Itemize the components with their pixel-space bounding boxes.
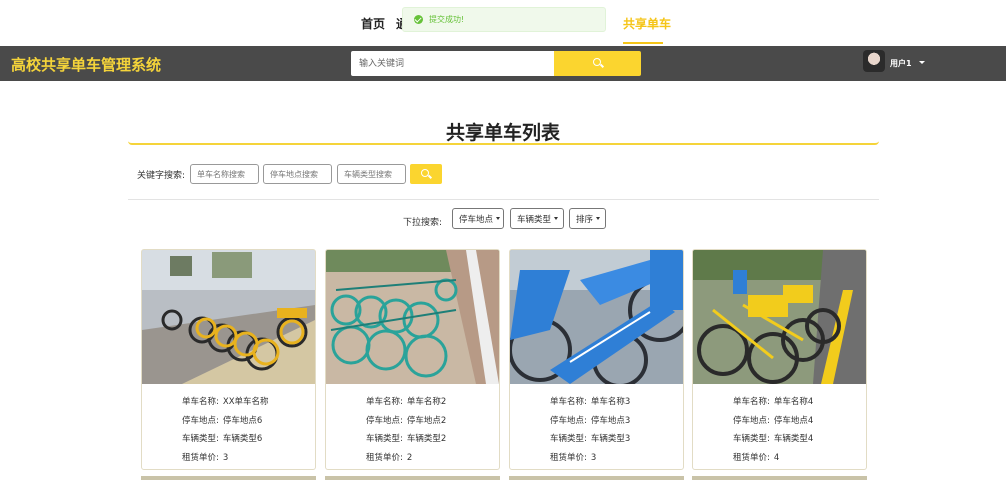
keyword-search-button[interactable]	[410, 164, 442, 184]
next-row-card-edge	[141, 476, 316, 480]
bike-name-label: 单车名称:	[366, 397, 403, 407]
bike-location: 停车地点: 停车地点6	[182, 414, 262, 426]
bike-image	[142, 250, 315, 384]
bike-location-value: 停车地点4	[773, 416, 814, 426]
success-toast: 提交成功!	[402, 7, 606, 32]
bike-image	[510, 250, 683, 384]
bike-location: 停车地点: 停车地点2	[366, 414, 446, 426]
chevron-down-icon[interactable]	[919, 61, 925, 64]
bike-name: 单车名称: 单车名称2	[366, 395, 446, 407]
nav-active-underline	[623, 42, 663, 44]
bike-price-label: 租赁单价:	[733, 453, 770, 463]
chevron-down-icon	[496, 217, 501, 220]
bike-type-label: 车辆类型:	[182, 434, 219, 444]
bike-price-value: 3	[590, 453, 597, 463]
bike-card[interactable]: 单车名称: 单车名称3 停车地点: 停车地点3 车辆类型: 车辆类型3 租赁单价: 3	[509, 249, 684, 470]
bike-location-label: 停车地点:	[182, 416, 219, 426]
bike-price: 租赁单价: 2	[366, 451, 412, 463]
bike-location: 停车地点: 停车地点4	[733, 414, 813, 426]
search-input[interactable]	[351, 51, 554, 76]
bike-location-label: 停车地点:	[550, 416, 587, 426]
bike-name-label: 单车名称:	[733, 397, 770, 407]
type-dropdown[interactable]: 车辆类型	[510, 208, 564, 229]
bike-card[interactable]: 单车名称: 单车名称4 停车地点: 停车地点4 车辆类型: 车辆类型4 租赁单价: 4	[692, 249, 867, 470]
bike-location-label: 停车地点:	[733, 416, 770, 426]
bike-type-value: 车辆类型2	[406, 434, 447, 444]
site-brand: 高校共享单车管理系统	[11, 56, 162, 74]
next-row-card-edge	[509, 476, 684, 480]
dropdown-search-label: 下拉搜索:	[403, 218, 443, 228]
bike-type-label: 车辆类型:	[550, 434, 587, 444]
bike-type-label: 车辆类型:	[366, 434, 403, 444]
bike-location: 停车地点: 停车地点3	[550, 414, 630, 426]
bike-price-value: 2	[406, 453, 413, 463]
bike-name-value: 单车名称2	[406, 397, 447, 407]
bike-type: 车辆类型: 车辆类型4	[733, 432, 813, 444]
bike-name-value: 单车名称3	[590, 397, 631, 407]
title-underline	[128, 141, 879, 145]
bike-type-label: 车辆类型:	[733, 434, 770, 444]
nav-item-shared-bikes[interactable]: 共享单车	[623, 15, 671, 32]
bike-name: 单车名称: XX单车名称	[182, 395, 269, 407]
search-icon	[421, 169, 429, 177]
bike-price: 租赁单价: 4	[733, 451, 779, 463]
location-search-input[interactable]	[263, 164, 332, 184]
bike-card[interactable]: 单车名称: XX单车名称 停车地点: 停车地点6 车辆类型: 车辆类型6 租赁单价: 3	[141, 249, 316, 470]
type-search-input[interactable]	[337, 164, 406, 184]
bike-name-value: XX单车名称	[222, 397, 269, 407]
avatar[interactable]	[863, 50, 885, 72]
bike-price-label: 租赁单价:	[550, 453, 587, 463]
bike-name-search-input[interactable]	[190, 164, 259, 184]
bike-name-label: 单车名称:	[550, 397, 587, 407]
bike-type: 车辆类型: 车辆类型6	[182, 432, 262, 444]
bike-location-value: 停车地点6	[222, 416, 263, 426]
bike-type: 车辆类型: 车辆类型3	[550, 432, 630, 444]
user-name[interactable]: 用户1	[890, 58, 912, 69]
location-dropdown-label: 停车地点	[459, 214, 494, 225]
bike-price-value: 4	[773, 453, 780, 463]
sort-dropdown-label: 排序	[576, 214, 594, 225]
bike-price: 租赁单价: 3	[550, 451, 596, 463]
bike-price-label: 租赁单价:	[182, 453, 219, 463]
divider	[128, 199, 879, 200]
chevron-down-icon	[596, 217, 601, 220]
bike-name: 单车名称: 单车名称3	[550, 395, 630, 407]
bike-location-label: 停车地点:	[366, 416, 403, 426]
bike-location-value: 停车地点3	[590, 416, 631, 426]
success-check-icon	[414, 15, 423, 24]
bike-name: 单车名称: 单车名称4	[733, 395, 813, 407]
bike-price-value: 3	[222, 453, 229, 463]
search-icon	[593, 58, 601, 66]
bike-price-label: 租赁单价:	[366, 453, 403, 463]
bike-type-value: 车辆类型6	[222, 434, 263, 444]
bike-name-value: 单车名称4	[773, 397, 814, 407]
header-bar: 高校共享单车管理系统 用户1	[0, 46, 1006, 81]
bike-location-value: 停车地点2	[406, 416, 447, 426]
bike-type-value: 车辆类型3	[590, 434, 631, 444]
bike-image	[693, 250, 866, 384]
next-row-card-edge	[692, 476, 867, 480]
type-dropdown-label: 车辆类型	[517, 214, 552, 225]
bike-card[interactable]: 单车名称: 单车名称2 停车地点: 停车地点2 车辆类型: 车辆类型2 租赁单价: 2	[325, 249, 500, 470]
next-row-card-edge	[325, 476, 500, 480]
bike-name-label: 单车名称:	[182, 397, 219, 407]
location-dropdown[interactable]: 停车地点	[452, 208, 504, 229]
search-button[interactable]	[554, 51, 641, 76]
bike-image	[326, 250, 499, 384]
toast-message: 提交成功!	[429, 15, 465, 24]
bike-type-value: 车辆类型4	[773, 434, 814, 444]
nav-item-home[interactable]: 首页	[361, 15, 385, 32]
keyword-search-label: 关键字搜索:	[137, 171, 186, 181]
chevron-down-icon	[554, 217, 559, 220]
bike-price: 租赁单价: 3	[182, 451, 228, 463]
bike-type: 车辆类型: 车辆类型2	[366, 432, 446, 444]
sort-dropdown[interactable]: 排序	[569, 208, 606, 229]
